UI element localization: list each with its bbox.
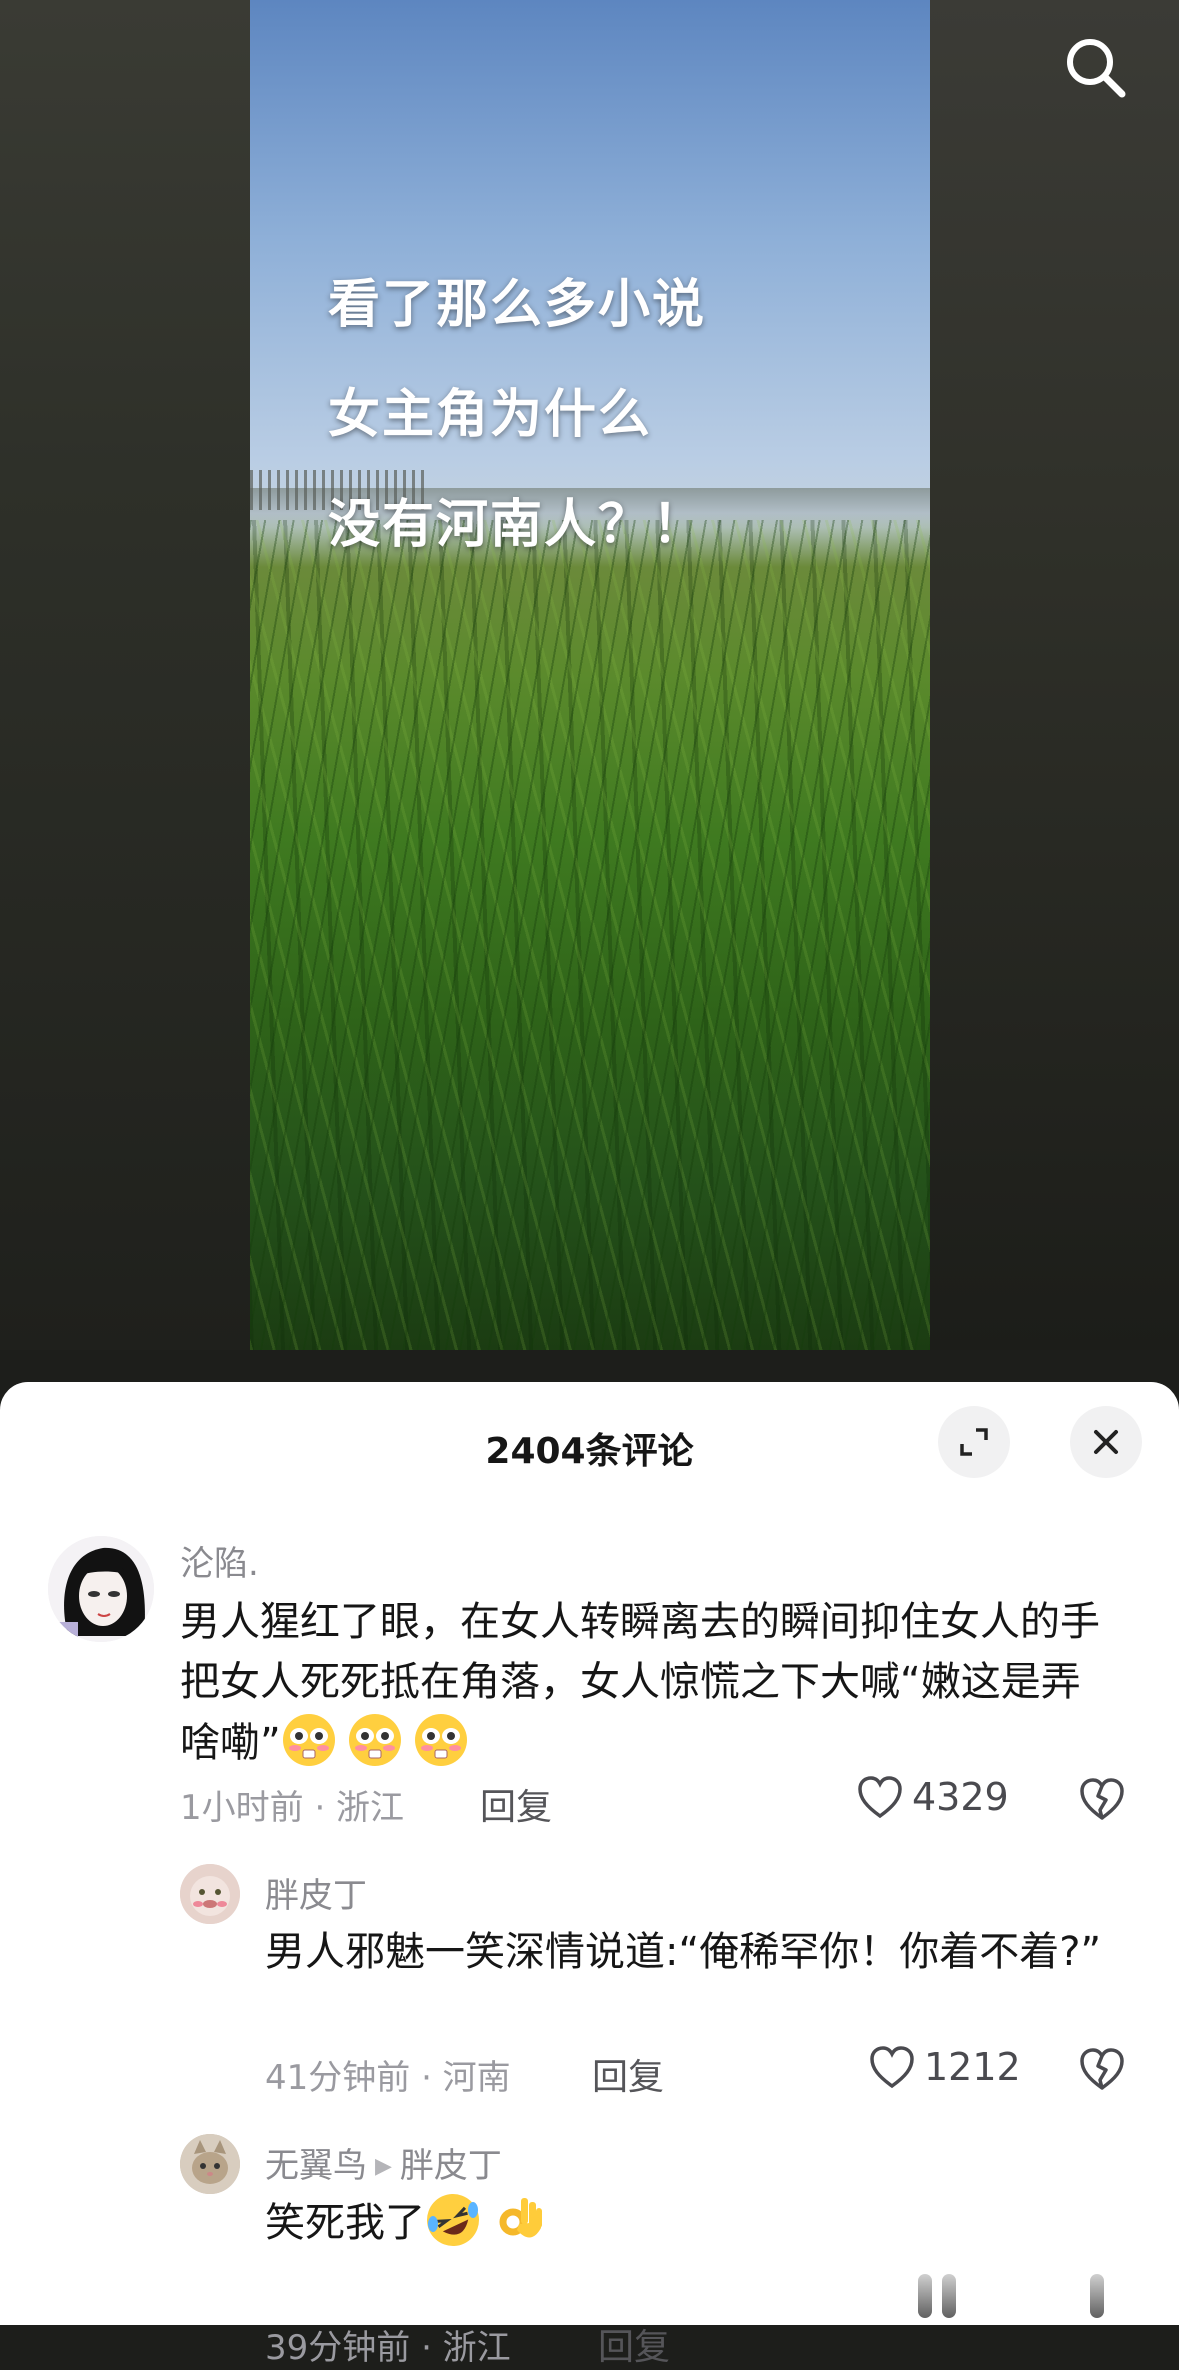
like-count: 1212: [924, 2045, 1021, 2089]
comment-text: 男人邪魅一笑深情说道:“俺稀罕你！你着不着?”: [265, 1929, 1102, 1975]
expand-icon: [960, 1428, 988, 1456]
broken-heart-icon: [1080, 2048, 1124, 2090]
dislike-button[interactable]: [1078, 2046, 1126, 2096]
comment-text: 笑死我了: [265, 2192, 1135, 2253]
comments-sheet: 2404条评论 沦陷. 男人猩红了眼，在女人转瞬离去的瞬间抑住女人的手把女人死死…: [0, 1382, 1179, 2368]
broken-heart-icon: [1080, 1778, 1124, 1820]
like-button[interactable]: 1212: [868, 2044, 1021, 2090]
rolling-laughing-icon: [425, 2192, 481, 2248]
comment-time-location: 1小时前 · 浙江: [180, 1788, 405, 1828]
comment-username[interactable]: 沦陷.: [180, 1536, 259, 1585]
reply-arrow-icon: ▶: [375, 2154, 392, 2179]
close-button[interactable]: [1070, 1406, 1142, 1478]
reply-button[interactable]: 回复: [598, 2318, 670, 2370]
comment-username[interactable]: 胖皮丁: [265, 1868, 367, 1917]
reply-to-username[interactable]: 胖皮丁: [400, 2146, 502, 2186]
embarrassed-face-icon: [347, 1712, 403, 1768]
video-blur-right: [929, 0, 1179, 1350]
avatar[interactable]: [180, 1864, 240, 1924]
overlay-line-1: 看了那么多小说: [328, 275, 707, 335]
avatar-image: [48, 1536, 154, 1642]
search-icon: [1067, 39, 1126, 98]
avatar-image: [180, 1864, 240, 1924]
comment-body: 笑死我了: [265, 2200, 425, 2246]
like-count: 4329: [912, 1775, 1009, 1819]
video-frame[interactable]: 看了那么多小说 女主角为什么 没有河南人？！: [250, 0, 930, 1350]
close-icon: [1094, 1430, 1118, 1454]
comment-time-location: 39分钟前 · 浙江: [265, 2328, 511, 2368]
dislike-button[interactable]: [1078, 1776, 1126, 1826]
wheat-field: [250, 520, 930, 1350]
video-area[interactable]: 看了那么多小说 女主角为什么 没有河南人？！: [0, 0, 1179, 1350]
overlay-line-3: 没有河南人？！: [328, 495, 707, 555]
reply-button[interactable]: 回复: [480, 1778, 552, 1830]
heart-icon: [870, 2046, 914, 2089]
avatar[interactable]: [48, 1536, 154, 1642]
ok-hand-icon: [491, 2192, 547, 2248]
avatar[interactable]: [180, 2134, 240, 2194]
expand-button[interactable]: [938, 1406, 1010, 1478]
heart-icon: [858, 1776, 902, 1819]
scroll-hint: [1090, 2274, 1104, 2318]
comment-username[interactable]: 无翼鸟: [265, 2146, 367, 2186]
search-button[interactable]: [1060, 32, 1130, 102]
comment-text: 男人猩红了眼，在女人转瞬离去的瞬间抑住女人的手把女人死死抵在角落，女人惊慌之下大…: [180, 1592, 1100, 1773]
comment-username-row: 无翼鸟 ▶ 胖皮丁: [265, 2138, 502, 2187]
overlay-line-2: 女主角为什么: [328, 385, 653, 445]
scroll-hint: [918, 2274, 956, 2318]
comment-time-location: 41分钟前 · 河南: [265, 2058, 511, 2098]
embarrassed-face-icon: [281, 1712, 337, 1768]
avatar-image: [180, 2134, 240, 2194]
embarrassed-face-icon: [413, 1712, 469, 1768]
reply-button[interactable]: 回复: [592, 2048, 664, 2100]
video-blur-left: [0, 0, 250, 1350]
like-button[interactable]: 4329: [856, 1774, 1009, 1820]
